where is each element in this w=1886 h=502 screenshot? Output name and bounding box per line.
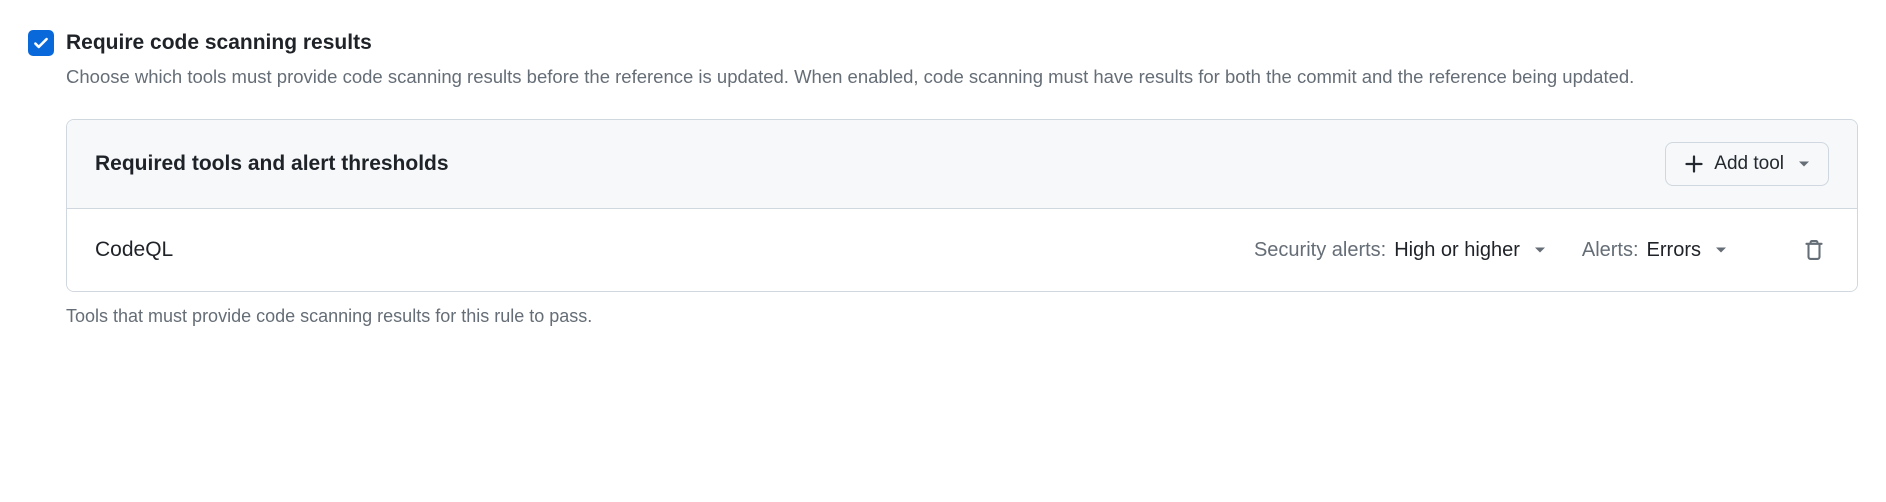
- checkmark-icon: [32, 34, 50, 52]
- alerts-label: Alerts:: [1582, 239, 1639, 262]
- require-code-scanning-checkbox[interactable]: [28, 30, 54, 56]
- dropdown-group: Security alerts: High or higher Alerts: …: [1254, 235, 1829, 265]
- setting-title: Require code scanning results: [66, 28, 1858, 57]
- caret-down-icon: [1534, 246, 1546, 254]
- security-alerts-dropdown[interactable]: Security alerts: High or higher: [1254, 239, 1546, 262]
- add-tool-button[interactable]: Add tool: [1665, 142, 1829, 186]
- setting-description: Choose which tools must provide code sca…: [66, 63, 1858, 91]
- alerts-value: Errors: [1647, 239, 1701, 262]
- tool-name: CodeQL: [95, 238, 1254, 262]
- panel-header: Required tools and alert thresholds Add …: [67, 120, 1857, 209]
- required-tools-panel: Required tools and alert thresholds Add …: [66, 119, 1858, 292]
- alerts-dropdown[interactable]: Alerts: Errors: [1582, 239, 1727, 262]
- caret-down-icon: [1715, 246, 1727, 254]
- footer-text: Tools that must provide code scanning re…: [66, 306, 1858, 327]
- panel-title: Required tools and alert thresholds: [95, 152, 449, 176]
- add-tool-label: Add tool: [1714, 153, 1784, 175]
- trash-icon: [1803, 239, 1825, 261]
- caret-down-icon: [1798, 160, 1810, 168]
- setting-content: Require code scanning results Choose whi…: [66, 28, 1858, 327]
- security-alerts-label: Security alerts:: [1254, 239, 1386, 262]
- plus-icon: [1684, 154, 1704, 174]
- require-code-scanning-setting: Require code scanning results Choose whi…: [28, 28, 1858, 327]
- tool-row: CodeQL Security alerts: High or higher A…: [67, 209, 1857, 291]
- security-alerts-value: High or higher: [1394, 239, 1520, 262]
- delete-tool-button[interactable]: [1799, 235, 1829, 265]
